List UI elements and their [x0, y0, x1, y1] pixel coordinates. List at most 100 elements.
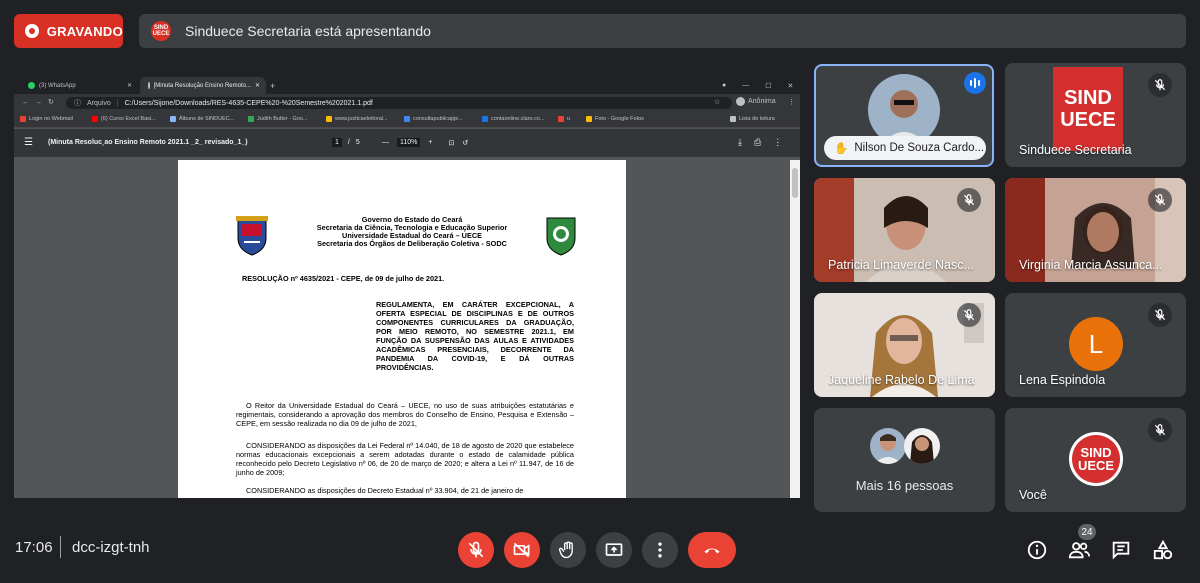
tab-label: [Minuta Resolução Ensino Remoto...	[153, 82, 251, 89]
pdf-scrollbar	[790, 160, 800, 498]
presenting-banner: SIND UECE Sinduece Secretaria está aprese…	[139, 14, 1186, 48]
mic-off-icon	[1148, 188, 1172, 212]
participant-name: Patricia Limaverde Nasc...	[828, 258, 974, 272]
mic-toggle-button[interactable]	[458, 532, 494, 568]
pdf-resolution: RESOLUÇÃO nº 4635/2021 - CEPE, de 09 de …	[242, 274, 445, 283]
bookmarks-bar: Login no Webmail (6) Curso Excel Basi...…	[14, 112, 800, 128]
url-text: C:/Users/Sijone/Downloads/RES-4635-CEPE%…	[124, 99, 373, 107]
participant-name: Lena Espindola	[1019, 373, 1106, 387]
activities-icon	[1153, 539, 1173, 560]
participant-tile[interactable]: ✋ Nilson De Souza Cardo...	[814, 64, 994, 167]
bookmark-item: u	[558, 116, 570, 122]
mic-off-icon	[957, 303, 981, 327]
avatar	[870, 428, 906, 464]
pdf-paragraph-1: O Reitor da Universidade Estadual do Cea…	[236, 401, 574, 428]
more-people-tile[interactable]: Mais 16 pessoas	[814, 408, 995, 512]
url-field: ⓘ Arquivo | C:/Users/Sijone/Downloads/RE…	[66, 97, 732, 109]
pdf-header: Governo do Estado do Ceará Secretaria da…	[284, 216, 540, 248]
presenting-text: Sinduece Secretaria está apresentando	[185, 23, 431, 39]
hamburger-menu-icon: ☰	[24, 137, 33, 148]
participant-tile[interactable]: Jaqueline Rabelo De Lima	[814, 293, 995, 397]
more-people-label: Mais 16 pessoas	[855, 478, 954, 493]
new-tab-icon: +	[270, 80, 276, 91]
star-icon: ☆	[714, 99, 721, 106]
meeting-time: 17:06	[15, 539, 53, 556]
mic-off-icon	[957, 188, 981, 212]
participant-name: Virginia Marcia Assunca...	[1019, 258, 1163, 272]
meeting-code: dcc-izgt-tnh	[72, 539, 150, 556]
people-icon	[1068, 542, 1090, 559]
bookmark-item: Login no Webmail	[20, 116, 73, 122]
raise-hand-button[interactable]	[550, 532, 586, 568]
bookmark-item: contaonline.claro.co...	[482, 116, 545, 122]
globe-icon	[148, 82, 150, 89]
participant-tile[interactable]: Patricia Limaverde Nasc...	[814, 178, 995, 282]
avatar-initial: L	[1069, 317, 1123, 371]
bookmark-item: consultapublicapje...	[404, 116, 463, 122]
zoom-out-icon: —	[382, 139, 389, 146]
mic-off-icon	[1148, 73, 1172, 97]
file-label: Arquivo	[87, 99, 111, 107]
participant-name-chip: ✋ Nilson De Souza Cardo...	[824, 136, 986, 160]
pdf-page: Governo do Estado do Ceará Secretaria da…	[178, 160, 626, 498]
zoom-in-icon: +	[428, 139, 433, 146]
self-tile[interactable]: SIND UECE Você	[1005, 408, 1186, 512]
recording-dot-icon	[25, 24, 39, 38]
recording-badge[interactable]: GRAVANDO	[14, 14, 123, 48]
bookmark-item: Álbuns de SINDUEC...	[170, 116, 234, 122]
page-indicator: 1 / 5	[332, 138, 360, 147]
chat-icon	[1112, 541, 1130, 560]
shared-screen: (3) WhatsApp ✕ [Minuta Resolução Ensino …	[14, 74, 800, 498]
window-controls: ● — ☐ ✕	[714, 77, 794, 94]
participant-count-badge: 24	[1078, 524, 1096, 540]
activities-button[interactable]	[1147, 534, 1179, 566]
participant-name: Sinduece Secretaria	[1019, 143, 1132, 157]
mic-off-icon	[1148, 418, 1172, 442]
chat-button[interactable]	[1105, 534, 1137, 566]
leave-call-button[interactable]	[688, 532, 736, 568]
pdf-toolbar: ☰ (Minuta Resoluc¸ao Ensino Remoto 2021.…	[14, 129, 800, 157]
profile-chip: Anônima	[736, 97, 776, 106]
present-icon	[605, 543, 623, 556]
participant-tile[interactable]: SIND UECE Sinduece Secretaria	[1005, 63, 1186, 167]
pdf-title: (Minuta Resoluc¸ao Ensino Remoto 2021.1 …	[48, 139, 248, 146]
meeting-details-button[interactable]	[1021, 534, 1053, 566]
media-icon: ●	[722, 82, 727, 89]
camera-off-icon	[513, 542, 530, 558]
maximize-icon: ☐	[765, 82, 772, 90]
close-icon: ✕	[126, 83, 132, 89]
page-current: 1	[332, 138, 342, 147]
browser-address-bar: ←→↻ ⓘ Arquivo | C:/Users/Sijone/Download…	[14, 94, 800, 112]
close-icon: ✕	[254, 83, 260, 89]
browser-tab-pdf: [Minuta Resolução Ensino Remoto... ✕	[140, 77, 266, 94]
recording-label: GRAVANDO	[46, 23, 123, 39]
whatsapp-icon	[28, 82, 35, 89]
bookmark-item: www.justicaeleitoral...	[326, 116, 388, 122]
mic-off-icon	[1148, 303, 1172, 327]
camera-toggle-button[interactable]	[504, 532, 540, 568]
sinduece-logo-icon: SIND UECE	[151, 21, 171, 41]
info-icon: ⓘ	[74, 100, 81, 107]
ceara-coat-of-arms-icon	[546, 217, 576, 256]
participant-tile[interactable]: L Lena Espindola	[1005, 293, 1186, 397]
present-screen-button[interactable]	[596, 532, 632, 568]
participant-name: Jaqueline Rabelo De Lima	[828, 373, 975, 387]
rotate-icon: ↺	[462, 139, 469, 147]
nav-arrows-icon: ←→↻	[22, 99, 60, 106]
pdf-actions: ⤓ ⎙ ⋮	[738, 137, 782, 148]
bookmark-item: Foto - Google Fotos	[586, 116, 644, 122]
hang-up-icon	[704, 548, 720, 554]
divider	[60, 536, 61, 558]
more-vert-icon	[658, 542, 662, 558]
pdf-paragraph-2: CONSIDERANDO as disposições da Lei Feder…	[236, 441, 574, 477]
bookmark-item: (6) Curso Excel Basi...	[92, 116, 156, 122]
hand-icon: ✋	[834, 143, 849, 155]
page-total: 5	[355, 139, 360, 146]
tab-label: (3) WhatsApp	[39, 82, 76, 89]
participant-tile[interactable]: Virginia Marcia Assunca...	[1005, 178, 1186, 282]
close-window-icon: ✕	[787, 82, 794, 90]
pdf-summary: REGULAMENTA, EM CARÁTER EXCEPCIONAL, A O…	[376, 300, 574, 372]
hand-icon	[558, 541, 573, 559]
browser-tab-bar: (3) WhatsApp ✕ [Minuta Resolução Ensino …	[14, 74, 800, 94]
more-options-button[interactable]	[642, 532, 678, 568]
